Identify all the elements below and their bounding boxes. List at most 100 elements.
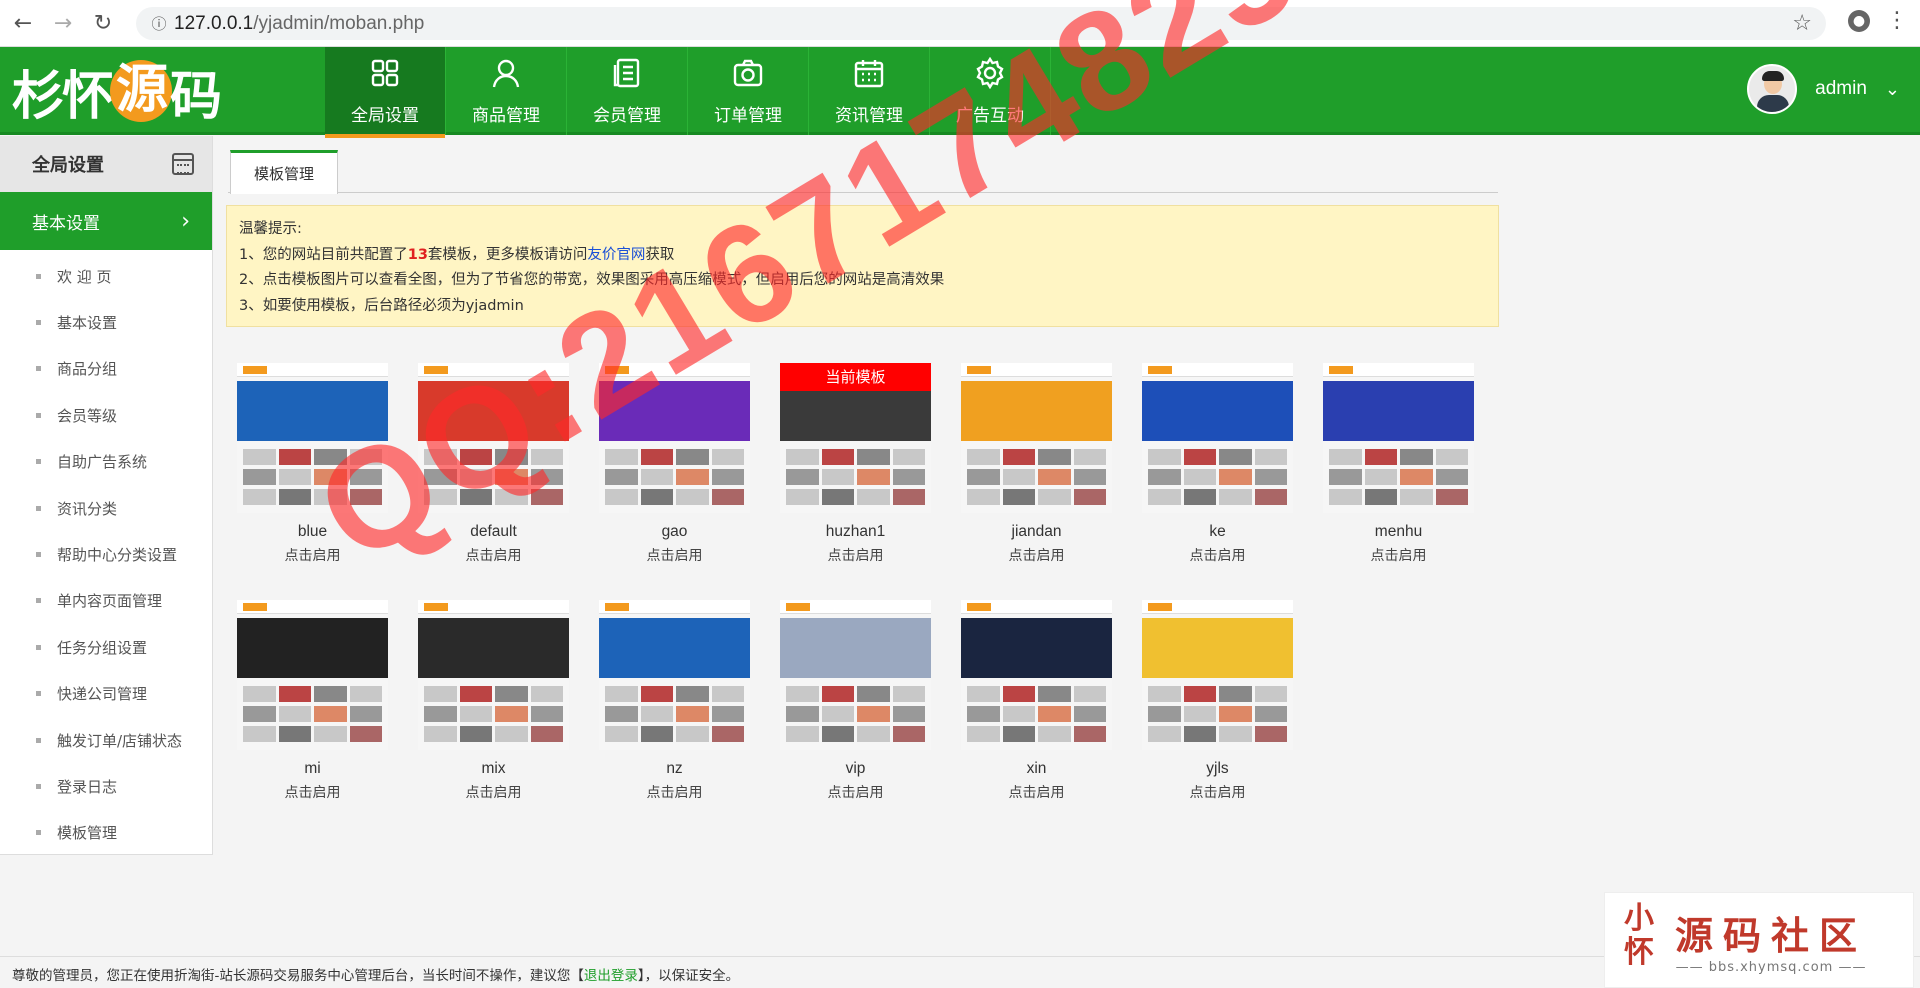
template-thumbnail[interactable]: [418, 600, 569, 750]
sidebar-item-label: 欢 迎 页: [57, 267, 112, 286]
back-arrow-icon[interactable]: ←: [6, 6, 40, 40]
nav-item-4[interactable]: 资讯管理: [809, 47, 930, 135]
reload-icon[interactable]: ↻: [86, 6, 120, 40]
template-thumbnail[interactable]: [599, 600, 750, 750]
template-name: huzhan1: [825, 523, 886, 540]
avatar[interactable]: [1747, 64, 1798, 114]
sidebar-item[interactable]: 商品分组: [0, 346, 212, 392]
bullet-icon: [36, 412, 41, 418]
sidebar-item[interactable]: 快递公司管理: [0, 671, 212, 717]
bullet-icon: [36, 320, 41, 326]
sidebar-item[interactable]: 会员等级: [0, 392, 212, 438]
sidebar-group-basic[interactable]: 基本设置 ›: [0, 192, 212, 250]
enable-template-link[interactable]: 点击启用: [1142, 782, 1293, 802]
user-menu[interactable]: admin ⌄: [1747, 64, 1900, 114]
address-bar[interactable]: ⓘ 127.0.0.1/yjadmin/moban.php ☆: [136, 7, 1826, 40]
enable-template-link[interactable]: 点击启用: [418, 545, 569, 565]
sidebar-item-label: 商品分组: [57, 360, 118, 379]
template-name: mi: [304, 760, 321, 777]
template-thumbnail[interactable]: [599, 363, 750, 513]
sidebar-item[interactable]: 欢 迎 页: [0, 253, 212, 299]
nav-item-0[interactable]: 全局设置: [325, 47, 446, 138]
sidebar-item-label: 触发订单/店铺状态: [57, 731, 183, 750]
logout-link[interactable]: 退出登录: [584, 968, 638, 984]
nav-item-label: 广告互动: [956, 105, 1024, 126]
enable-template-link[interactable]: 点击启用: [780, 782, 931, 802]
calendar-icon[interactable]: [172, 153, 194, 175]
template-thumbnail[interactable]: [1323, 363, 1474, 513]
sidebar-menu: 欢 迎 页基本设置商品分组会员等级自助广告系统资讯分类帮助中心分类设置单内容页面…: [0, 250, 212, 856]
sidebar-item[interactable]: 资讯分类: [0, 485, 212, 531]
template-thumbnail[interactable]: [780, 600, 931, 750]
nav-item-label: 商品管理: [472, 105, 540, 126]
bullet-icon: [36, 273, 41, 279]
sidebar-item-label: 基本设置: [57, 314, 118, 333]
browser-toolbar: ← → ↻ ⓘ 127.0.0.1/yjadmin/moban.php ☆ ● …: [0, 0, 1920, 47]
sidebar-item-label: 资讯分类: [57, 499, 118, 518]
sidebar-item[interactable]: 自助广告系统: [0, 439, 212, 485]
enable-template-link[interactable]: 点击启用: [1142, 545, 1293, 565]
template-thumbnail[interactable]: [961, 363, 1112, 513]
sidebar-item[interactable]: 帮助中心分类设置: [0, 531, 212, 577]
template-thumbnail[interactable]: 当前模板: [780, 363, 931, 513]
list-icon: [611, 57, 643, 101]
sidebar-item-label: 帮助中心分类设置: [57, 546, 178, 565]
template-name: vip: [845, 760, 866, 777]
more-menu-icon[interactable]: ⋮: [1886, 10, 1908, 32]
template-name: yjls: [1206, 760, 1229, 777]
calendar-icon: [853, 57, 885, 101]
template-thumbnail[interactable]: [1142, 600, 1293, 750]
account-icon[interactable]: ●: [1848, 10, 1870, 32]
template-card: menhu 点击启用: [1323, 363, 1474, 565]
template-name: mix: [481, 760, 506, 777]
template-name: menhu: [1374, 523, 1423, 540]
template-thumbnail[interactable]: [961, 600, 1112, 750]
gear-icon: [974, 56, 1006, 101]
template-thumbnail[interactable]: [418, 363, 569, 513]
enable-template-link[interactable]: 点击启用: [599, 782, 750, 802]
sidebar-item[interactable]: 任务分组设置: [0, 624, 212, 670]
template-thumbnail[interactable]: [1142, 363, 1293, 513]
enable-template-link[interactable]: 点击启用: [237, 782, 388, 802]
template-card: 当前模板 huzhan1 点击启用: [780, 363, 931, 565]
sidebar-item[interactable]: 模板管理: [0, 810, 212, 856]
enable-template-link[interactable]: 点击启用: [1323, 545, 1474, 565]
bookmark-star-icon[interactable]: ☆: [1792, 11, 1812, 36]
sidebar-item-label: 会员等级: [57, 406, 118, 425]
nav-item-label: 订单管理: [714, 105, 782, 126]
template-thumbnail[interactable]: [237, 363, 388, 513]
template-name: xin: [1026, 760, 1047, 777]
url-text[interactable]: 127.0.0.1/yjadmin/moban.php: [174, 13, 424, 35]
template-card: vip 点击启用: [780, 600, 931, 802]
info-icon[interactable]: ⓘ: [144, 13, 174, 34]
enable-template-link[interactable]: 点击启用: [961, 782, 1112, 802]
enable-template-link[interactable]: 点击启用: [780, 545, 931, 565]
site-logo[interactable]: 杉怀源码: [12, 59, 222, 127]
sidebar-item-label: 模板管理: [57, 824, 118, 843]
chevron-down-icon[interactable]: ⌄: [1885, 79, 1900, 100]
username[interactable]: admin: [1815, 78, 1867, 100]
forward-arrow-icon[interactable]: →: [46, 6, 80, 40]
sidebar-item[interactable]: 单内容页面管理: [0, 578, 212, 624]
official-site-link[interactable]: 友价官网: [587, 247, 645, 263]
bullet-icon: [36, 459, 41, 465]
template-name: blue: [297, 523, 328, 540]
template-card: default 点击启用: [418, 363, 569, 565]
nav-item-2[interactable]: 会员管理: [567, 47, 688, 135]
template-card: mix 点击启用: [418, 600, 569, 802]
enable-template-link[interactable]: 点击启用: [418, 782, 569, 802]
enable-template-link[interactable]: 点击启用: [961, 545, 1112, 565]
sidebar-item[interactable]: 触发订单/店铺状态: [0, 717, 212, 763]
nav-item-5[interactable]: 广告互动: [930, 47, 1051, 135]
enable-template-link[interactable]: 点击启用: [237, 545, 388, 565]
template-name: ke: [1209, 523, 1226, 540]
chevron-right-icon: ›: [181, 208, 190, 234]
template-thumbnail[interactable]: [237, 600, 388, 750]
nav-item-label: 会员管理: [593, 105, 661, 126]
tab-template-manage[interactable]: 模板管理: [230, 150, 338, 194]
enable-template-link[interactable]: 点击启用: [599, 545, 750, 565]
sidebar-item[interactable]: 登录日志: [0, 763, 212, 809]
nav-item-1[interactable]: 商品管理: [446, 47, 567, 135]
nav-item-3[interactable]: 订单管理: [688, 47, 809, 135]
sidebar-item[interactable]: 基本设置: [0, 299, 212, 345]
